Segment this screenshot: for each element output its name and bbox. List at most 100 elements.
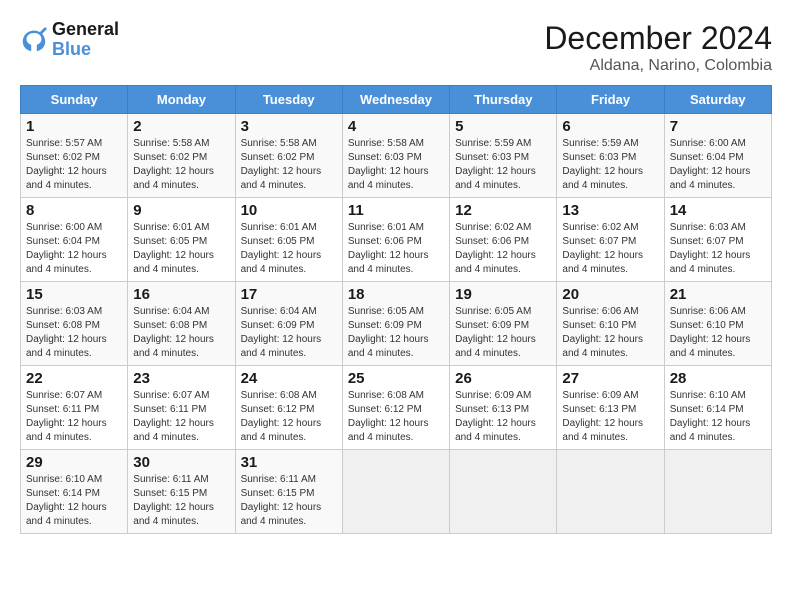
day-info: Sunrise: 5:59 AMSunset: 6:03 PMDaylight:…: [455, 137, 551, 193]
calendar-cell: 2Sunrise: 5:58 AMSunset: 6:02 PMDaylight…: [128, 114, 235, 198]
subtitle: Aldana, Narino, Colombia: [544, 57, 772, 75]
day-info: Sunrise: 6:02 AMSunset: 6:07 PMDaylight:…: [562, 221, 658, 277]
day-number: 26: [455, 370, 551, 387]
calendar-week-row: 22 Sunrise: 6:07 AMSunset: 6:11 PMDayligh…: [21, 366, 772, 450]
day-number: 23: [133, 370, 229, 387]
day-info: Sunrise: 6:10 AMSunset: 6:14 PMDaylight:…: [670, 389, 766, 445]
calendar-cell: [342, 450, 449, 534]
day-info: Sunrise: 6:03 AMSunset: 6:08 PMDaylight:…: [26, 305, 122, 361]
day-number: 28: [670, 370, 766, 387]
day-number: 10: [241, 202, 337, 219]
day-info: Sunrise: 6:07 AMSunset: 6:11 PMDaylight:…: [133, 389, 229, 445]
day-info: Sunrise: 6:04 AMSunset: 6:09 PMDaylight:…: [241, 305, 337, 361]
day-info: Sunrise: 6:02 AMSunset: 6:06 PMDaylight:…: [455, 221, 551, 277]
day-info: Sunrise: 6:06 AMSunset: 6:10 PMDaylight:…: [562, 305, 658, 361]
day-number: 25: [348, 370, 444, 387]
day-info: Sunrise: 6:11 AMSunset: 6:15 PMDaylight:…: [133, 473, 229, 529]
calendar-cell: 4 Sunrise: 5:58 AMSunset: 6:03 PMDaylight…: [342, 114, 449, 198]
day-number: 8: [26, 202, 122, 219]
calendar-week-row: 1Sunrise: 5:57 AMSunset: 6:02 PMDaylight…: [21, 114, 772, 198]
calendar-cell: 12 Sunrise: 6:02 AMSunset: 6:06 PMDayligh…: [450, 198, 557, 282]
calendar-cell: [664, 450, 771, 534]
day-header-tuesday: Tuesday: [235, 86, 342, 114]
day-info: Sunrise: 6:11 AMSunset: 6:15 PMDaylight:…: [241, 473, 337, 529]
calendar-cell: 5 Sunrise: 5:59 AMSunset: 6:03 PMDaylight…: [450, 114, 557, 198]
page-header: General Blue December 2024 Aldana, Narin…: [20, 20, 772, 75]
day-info: Sunrise: 6:07 AMSunset: 6:11 PMDaylight:…: [26, 389, 122, 445]
day-info: Sunrise: 5:58 AMSunset: 6:02 PMDaylight:…: [133, 137, 229, 193]
day-number: 18: [348, 286, 444, 303]
day-header-sunday: Sunday: [21, 86, 128, 114]
calendar-cell: 26 Sunrise: 6:09 AMSunset: 6:13 PMDayligh…: [450, 366, 557, 450]
calendar-header-row: SundayMondayTuesdayWednesdayThursdayFrid…: [21, 86, 772, 114]
day-number: 11: [348, 202, 444, 219]
calendar-cell: 15 Sunrise: 6:03 AMSunset: 6:08 PMDayligh…: [21, 282, 128, 366]
day-info: Sunrise: 6:01 AMSunset: 6:05 PMDaylight:…: [241, 221, 337, 277]
calendar-cell: 10 Sunrise: 6:01 AMSunset: 6:05 PMDayligh…: [235, 198, 342, 282]
calendar-cell: 19Sunrise: 6:05 AMSunset: 6:09 PMDayligh…: [450, 282, 557, 366]
logo-text: General Blue: [52, 20, 119, 60]
calendar-cell: 31 Sunrise: 6:11 AMSunset: 6:15 PMDayligh…: [235, 450, 342, 534]
calendar-cell: 21 Sunrise: 6:06 AMSunset: 6:10 PMDayligh…: [664, 282, 771, 366]
logo: General Blue: [20, 20, 119, 60]
calendar-cell: [450, 450, 557, 534]
day-info: Sunrise: 6:08 AMSunset: 6:12 PMDaylight:…: [241, 389, 337, 445]
day-info: Sunrise: 6:00 AMSunset: 6:04 PMDaylight:…: [670, 137, 766, 193]
day-number: 5: [455, 118, 551, 135]
day-info: Sunrise: 6:01 AMSunset: 6:05 PMDaylight:…: [133, 221, 229, 277]
day-info: Sunrise: 6:01 AMSunset: 6:06 PMDaylight:…: [348, 221, 444, 277]
calendar-cell: 11 Sunrise: 6:01 AMSunset: 6:06 PMDayligh…: [342, 198, 449, 282]
day-number: 22: [26, 370, 122, 387]
day-number: 14: [670, 202, 766, 219]
day-info: Sunrise: 5:57 AMSunset: 6:02 PMDaylight:…: [26, 137, 122, 193]
calendar-cell: 1Sunrise: 5:57 AMSunset: 6:02 PMDaylight…: [21, 114, 128, 198]
calendar-cell: 3Sunrise: 5:58 AMSunset: 6:02 PMDaylight…: [235, 114, 342, 198]
logo-icon: [20, 26, 48, 54]
calendar-cell: 18Sunrise: 6:05 AMSunset: 6:09 PMDayligh…: [342, 282, 449, 366]
day-number: 30: [133, 454, 229, 471]
calendar-cell: 16Sunrise: 6:04 AMSunset: 6:08 PMDayligh…: [128, 282, 235, 366]
calendar-week-row: 8 Sunrise: 6:00 AMSunset: 6:04 PMDaylight…: [21, 198, 772, 282]
day-info: Sunrise: 6:09 AMSunset: 6:13 PMDaylight:…: [455, 389, 551, 445]
day-info: Sunrise: 5:58 AMSunset: 6:03 PMDaylight:…: [348, 137, 444, 193]
day-number: 4: [348, 118, 444, 135]
day-number: 15: [26, 286, 122, 303]
calendar-cell: 8 Sunrise: 6:00 AMSunset: 6:04 PMDaylight…: [21, 198, 128, 282]
day-info: Sunrise: 6:06 AMSunset: 6:10 PMDaylight:…: [670, 305, 766, 361]
calendar-week-row: 29Sunrise: 6:10 AMSunset: 6:14 PMDayligh…: [21, 450, 772, 534]
day-header-monday: Monday: [128, 86, 235, 114]
day-number: 6: [562, 118, 658, 135]
day-number: 7: [670, 118, 766, 135]
day-number: 16: [133, 286, 229, 303]
day-header-thursday: Thursday: [450, 86, 557, 114]
day-number: 21: [670, 286, 766, 303]
day-header-friday: Friday: [557, 86, 664, 114]
day-info: Sunrise: 6:03 AMSunset: 6:07 PMDaylight:…: [670, 221, 766, 277]
calendar-cell: 20 Sunrise: 6:06 AMSunset: 6:10 PMDayligh…: [557, 282, 664, 366]
day-number: 13: [562, 202, 658, 219]
day-number: 17: [241, 286, 337, 303]
calendar-week-row: 15 Sunrise: 6:03 AMSunset: 6:08 PMDayligh…: [21, 282, 772, 366]
main-title: December 2024: [544, 20, 772, 57]
day-number: 19: [455, 286, 551, 303]
calendar-cell: 22 Sunrise: 6:07 AMSunset: 6:11 PMDayligh…: [21, 366, 128, 450]
calendar-cell: 25Sunrise: 6:08 AMSunset: 6:12 PMDayligh…: [342, 366, 449, 450]
day-info: Sunrise: 6:00 AMSunset: 6:04 PMDaylight:…: [26, 221, 122, 277]
day-number: 27: [562, 370, 658, 387]
day-number: 31: [241, 454, 337, 471]
calendar-cell: 9Sunrise: 6:01 AMSunset: 6:05 PMDaylight…: [128, 198, 235, 282]
day-number: 29: [26, 454, 122, 471]
day-header-wednesday: Wednesday: [342, 86, 449, 114]
day-header-saturday: Saturday: [664, 86, 771, 114]
calendar-cell: 29Sunrise: 6:10 AMSunset: 6:14 PMDayligh…: [21, 450, 128, 534]
calendar-cell: 7 Sunrise: 6:00 AMSunset: 6:04 PMDaylight…: [664, 114, 771, 198]
calendar-cell: 17 Sunrise: 6:04 AMSunset: 6:09 PMDayligh…: [235, 282, 342, 366]
day-number: 12: [455, 202, 551, 219]
calendar-cell: 13 Sunrise: 6:02 AMSunset: 6:07 PMDayligh…: [557, 198, 664, 282]
day-number: 3: [241, 118, 337, 135]
calendar-cell: 27Sunrise: 6:09 AMSunset: 6:13 PMDayligh…: [557, 366, 664, 450]
day-info: Sunrise: 5:59 AMSunset: 6:03 PMDaylight:…: [562, 137, 658, 193]
day-number: 20: [562, 286, 658, 303]
calendar-cell: 28 Sunrise: 6:10 AMSunset: 6:14 PMDayligh…: [664, 366, 771, 450]
calendar-cell: 30 Sunrise: 6:11 AMSunset: 6:15 PMDayligh…: [128, 450, 235, 534]
